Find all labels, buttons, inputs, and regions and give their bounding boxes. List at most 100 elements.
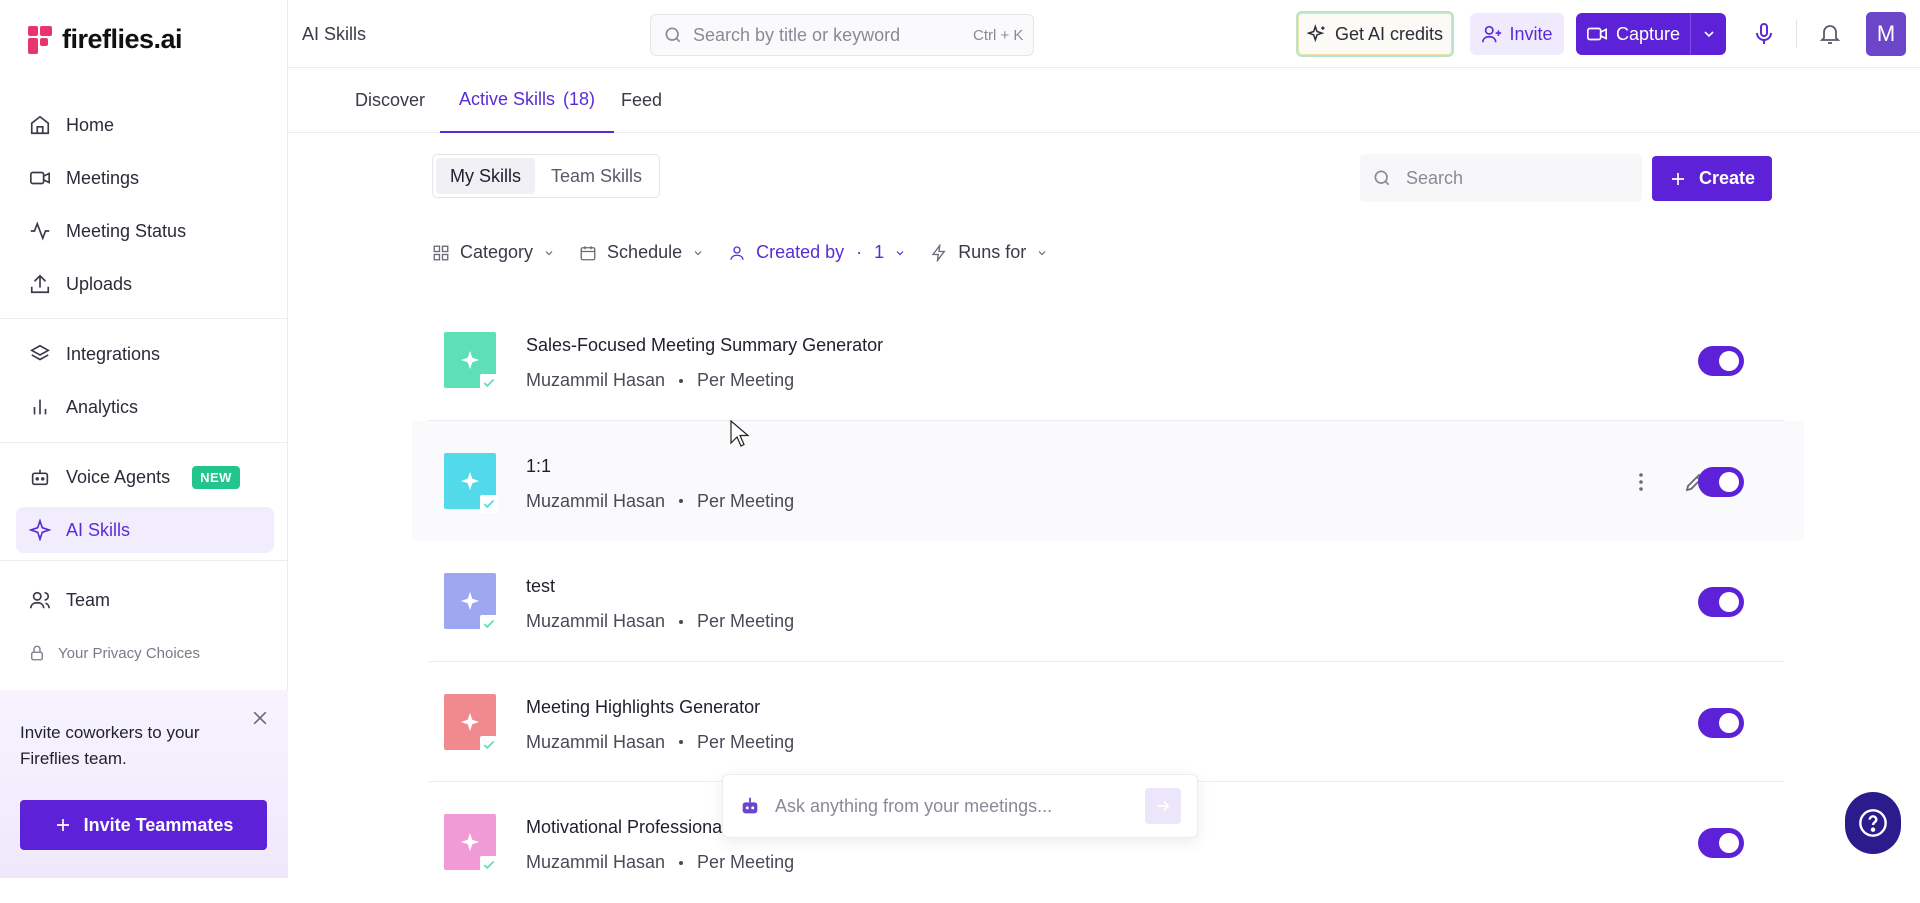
create-button[interactable]: Create — [1652, 156, 1772, 201]
skill-enabled-toggle[interactable] — [1698, 587, 1744, 617]
skill-meta: Muzammil Hasan Per Meeting — [526, 732, 794, 753]
meta-separator — [679, 499, 684, 503]
skill-name: Sales-Focused Meeting Summary Generator — [526, 335, 884, 355]
created-by-count: 1 — [874, 242, 885, 262]
help-button[interactable] — [1845, 792, 1901, 854]
get-ai-credits-button[interactable]: Get AI credits — [1296, 11, 1454, 57]
ask-input[interactable] — [775, 795, 1131, 817]
skill-author: Muzammil Hasan — [526, 370, 666, 390]
sidebar-item-label: Team — [66, 589, 111, 610]
sparkle-icon — [460, 712, 480, 731]
sidebar-item-label: AI Skills — [66, 519, 131, 540]
privacy-label: Your Privacy Choices — [58, 644, 201, 662]
home-icon — [28, 113, 52, 137]
toolbar-divider — [1796, 20, 1797, 48]
sidebar-item-label: Integrations — [66, 343, 161, 364]
sparkle-icon — [460, 350, 480, 370]
layers-icon — [28, 342, 52, 366]
global-search[interactable]: Ctrl + K — [650, 14, 1034, 56]
plus-icon — [56, 819, 69, 831]
skill-enabled-toggle[interactable] — [1698, 346, 1744, 376]
capture-main[interactable]: Capture — [1576, 23, 1690, 45]
skill-name: Motivational Professional Fe — [526, 817, 753, 837]
runs-for-filter[interactable]: Runs for — [930, 242, 1048, 263]
capture-label: Capture — [1616, 23, 1681, 44]
invite-label: Invite — [1509, 23, 1553, 44]
privacy-choices-link[interactable]: Your Privacy Choices — [28, 644, 200, 662]
skill-row[interactable]: Sales-Focused Meeting Summary Generator … — [428, 300, 1784, 421]
search-input[interactable] — [693, 24, 963, 46]
brand-name: fireflies.ai — [62, 24, 183, 54]
calendar-icon — [580, 245, 596, 260]
more-options-icon[interactable] — [1628, 469, 1654, 495]
skill-enabled-toggle[interactable] — [1698, 828, 1744, 858]
skill-name: Meeting Highlights Generator — [526, 696, 761, 717]
invite-teammates-button[interactable]: Invite Teammates — [20, 800, 267, 850]
plus-icon — [1671, 172, 1684, 185]
skill-author: Muzammil Hasan — [526, 611, 666, 631]
sidebar-item-integrations[interactable]: Integrations — [16, 331, 274, 377]
skill-thumbnail — [444, 452, 498, 513]
skill-row[interactable]: 1:1 Muzammil Hasan Per Meeting — [412, 420, 1804, 541]
skill-author: Muzammil Hasan — [526, 731, 666, 752]
fireflies-logo[interactable]: fireflies.ai — [28, 24, 183, 55]
page-title: AI Skills — [302, 24, 367, 44]
avatar[interactable]: M — [1866, 12, 1906, 56]
skill-frequency: Per Meeting — [697, 370, 795, 390]
skill-enabled-toggle[interactable] — [1698, 466, 1744, 497]
lightning-icon — [931, 243, 946, 262]
sparkle-icon — [460, 832, 480, 852]
close-icon[interactable] — [250, 708, 270, 728]
invite-teammates-label: Invite Teammates — [83, 814, 234, 835]
sidebar-item-home[interactable]: Home — [16, 102, 274, 148]
skill-meta: Muzammil Hasan Per Meeting — [526, 491, 794, 512]
check-icon — [480, 735, 498, 754]
sidebar-item-label: Home — [66, 114, 115, 135]
microphone-icon[interactable] — [1752, 22, 1776, 46]
sidebar-item-ai-skills[interactable]: AI Skills — [16, 507, 274, 553]
arrow-right-icon — [1157, 800, 1170, 812]
tab-active-skills[interactable]: Active Skills (18) — [440, 68, 615, 133]
grid-icon — [433, 245, 449, 260]
category-label: Category — [460, 242, 534, 262]
invite-button[interactable]: Invite — [1470, 13, 1564, 55]
lock-icon — [31, 645, 43, 661]
sparkle-icon — [460, 471, 480, 490]
sidebar-item-meetings[interactable]: Meetings — [16, 155, 274, 201]
skill-thumbnail — [444, 814, 498, 874]
sidebar-item-voice-agents[interactable]: Voice Agents NEW — [16, 454, 274, 500]
created-by-label: Created by — [756, 242, 845, 262]
capture-button[interactable]: Capture — [1576, 13, 1726, 55]
bar-chart-icon — [28, 395, 52, 419]
get-ai-credits-label: Get AI credits — [1334, 23, 1444, 44]
sidebar-item-analytics[interactable]: Analytics — [16, 384, 274, 430]
my-skills-option[interactable]: My Skills — [436, 158, 535, 194]
skills-search[interactable] — [1360, 154, 1642, 202]
nav-divider — [0, 442, 287, 443]
skills-scope-toggle: My Skills Team Skills — [432, 154, 661, 198]
bell-icon[interactable] — [1818, 22, 1842, 46]
created-by-filter[interactable]: Created by · 1 — [728, 242, 906, 263]
shortcut-hint: Ctrl + K — [973, 26, 1024, 44]
skills-search-input[interactable] — [1406, 167, 1626, 189]
robot-icon — [742, 797, 758, 814]
skill-row[interactable]: test Muzammil Hasan Per Meeting — [428, 541, 1784, 662]
sidebar-item-label: Meeting Status — [66, 220, 187, 241]
sidebar-item-team[interactable]: Team — [16, 577, 274, 623]
chevron-down-icon — [694, 250, 702, 255]
meta-separator — [679, 860, 684, 865]
send-button[interactable] — [1145, 788, 1181, 824]
capture-dropdown[interactable] — [1691, 26, 1726, 42]
sidebar-item-uploads[interactable]: Uploads — [16, 261, 274, 307]
tab-feed[interactable]: Feed — [621, 68, 662, 133]
category-filter[interactable]: Category — [432, 242, 555, 263]
tab-discover[interactable]: Discover — [355, 68, 425, 133]
skill-enabled-toggle[interactable] — [1698, 707, 1744, 738]
sidebar-item-meeting-status[interactable]: Meeting Status — [16, 208, 274, 254]
skill-name: 1:1 — [526, 455, 552, 476]
check-icon — [480, 494, 498, 513]
team-skills-option[interactable]: Team Skills — [537, 158, 656, 194]
schedule-label: Schedule — [607, 242, 683, 262]
skill-row[interactable]: Meeting Highlights Generator Muzammil Ha… — [428, 662, 1784, 782]
schedule-filter[interactable]: Schedule — [579, 242, 704, 263]
